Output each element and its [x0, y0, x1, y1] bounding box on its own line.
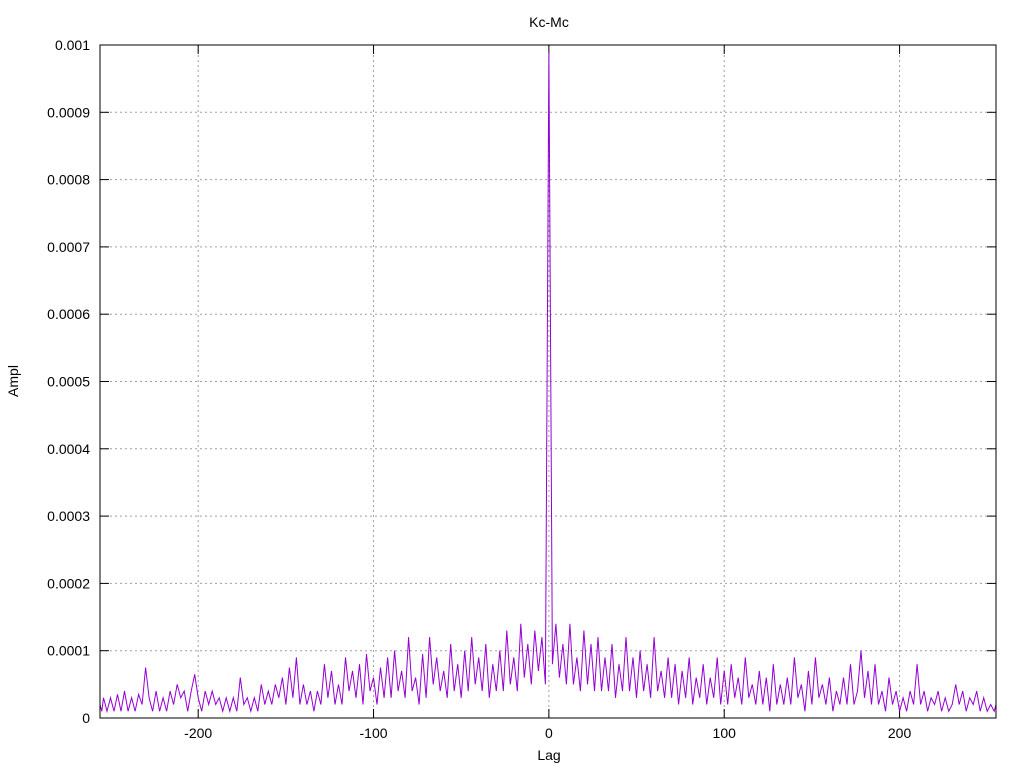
y-axis-label: Ampl [5, 365, 21, 397]
y-tick-label: 0.0007 [47, 239, 90, 255]
y-tick-label: 0.0009 [47, 104, 90, 120]
x-axis-label: Lag [537, 747, 560, 763]
x-tick-label: 200 [888, 725, 912, 741]
y-tick-label: 0 [82, 710, 90, 726]
x-tick-label: 100 [713, 725, 737, 741]
x-tick-label: 0 [545, 725, 553, 741]
y-tick-label: 0.0005 [47, 374, 90, 390]
chart-background [0, 0, 1024, 768]
y-tick-label: 0.0008 [47, 172, 90, 188]
y-tick-label: 0.0006 [47, 306, 90, 322]
y-tick-label: 0.0002 [47, 575, 90, 591]
x-tick-label: -200 [184, 725, 212, 741]
y-tick-label: 0.0003 [47, 508, 90, 524]
chart: -200 -100 0 100 200 0 0.0001 0.0002 0.0003 0.000… [0, 0, 1024, 768]
chart-title: Kc-Mc [529, 14, 569, 30]
y-tick-label: 0.0004 [47, 441, 90, 457]
y-tick-label: 0.001 [55, 37, 90, 53]
x-tick-label: -100 [360, 725, 388, 741]
y-tick-label: 0.0001 [47, 643, 90, 659]
